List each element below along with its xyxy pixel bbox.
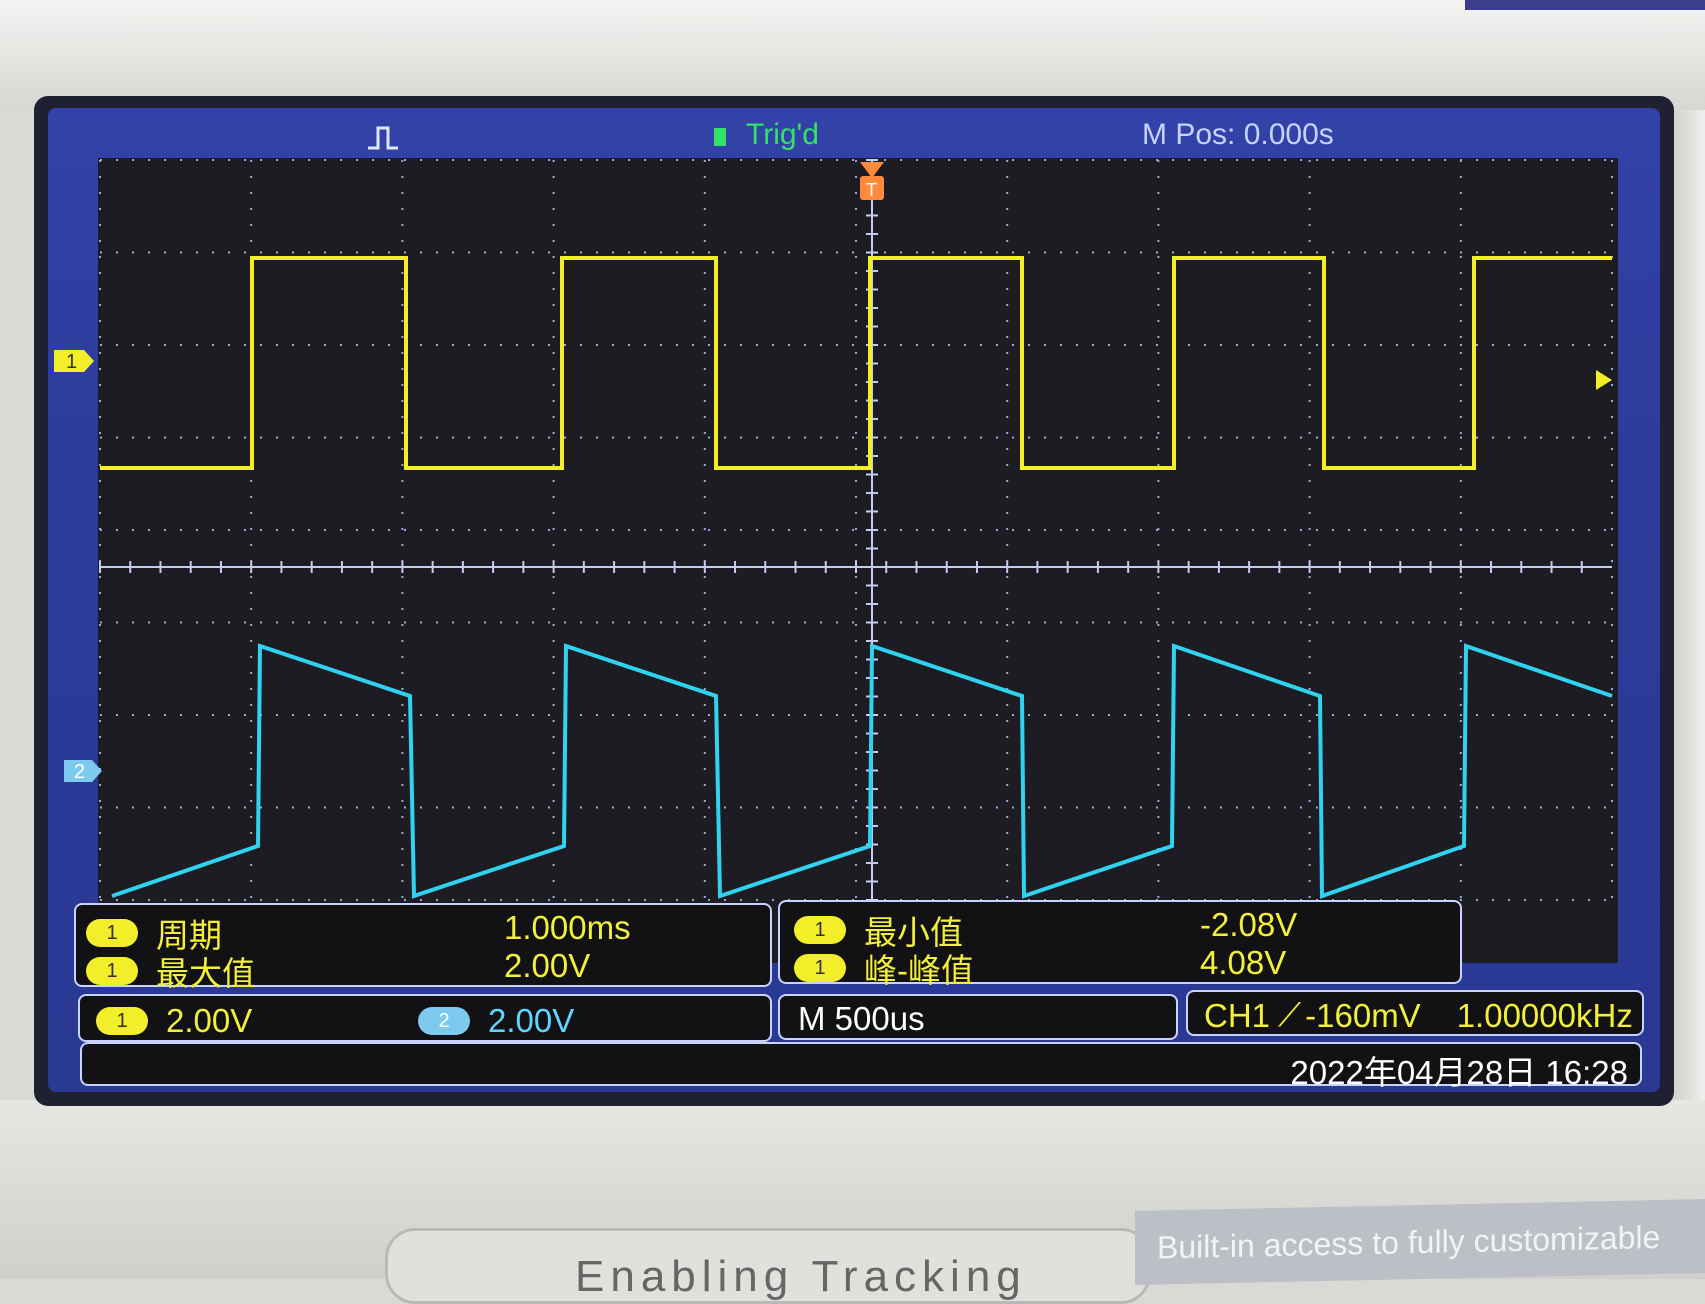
trigger-status: Trig'd: [746, 118, 819, 151]
ch1-volts-per-div: 2.00V: [166, 1002, 253, 1039]
datetime-row: 2022年04月28日 16:28: [1290, 1046, 1628, 1094]
ch2-sawtooth-trace: [111, 643, 1613, 899]
ch2-marker-label: 2: [74, 761, 85, 783]
datetime-panel: 2022年04月28日 16:28: [80, 1042, 1642, 1091]
measurement-label-max: 最大值: [156, 955, 255, 992]
measurement-panel-right: 1 最小值 -2.08V 1 峰-峰值 4.08V: [778, 900, 1462, 989]
graticule: [99, 159, 1613, 901]
ch2-volts-per-div: 2.00V: [488, 1002, 575, 1039]
timebase-panel: M 500us: [778, 994, 1178, 1040]
ch1-badge: 1: [86, 957, 138, 985]
trigger-position-marker-icon: [860, 162, 884, 178]
measurement-value-row: 2.00V: [504, 947, 590, 985]
ch2-badge: 2: [418, 1007, 470, 1035]
trigger-position-label: T: [866, 180, 877, 200]
trigger-status-icon: [714, 128, 726, 146]
horizontal-position-readout: M Pos: 0.000s: [1142, 118, 1334, 151]
channel-scale-panel: 1 2.00V 2 2.00V: [78, 994, 772, 1042]
timebase-readout: M 500us: [798, 1000, 925, 1037]
datetime-readout: 2022年04月28日 16:28: [1290, 1054, 1628, 1091]
measurement-value-min: -2.08V: [1200, 906, 1298, 943]
ch1-badge: 1: [794, 916, 846, 944]
frequency-readout: 1.00000kHz: [1456, 996, 1633, 1034]
ch1-badge: 1: [96, 1007, 148, 1035]
pulse-icon: [368, 126, 398, 150]
measurement-panel-left: 1 周期 1.000ms 1 最大值 2.00V: [74, 903, 772, 992]
trigger-row: CH1 ⟋ -160mV 1.00000kHz: [1204, 996, 1633, 1035]
measurement-value-max: 2.00V: [504, 947, 591, 984]
measurement-value-row: 4.08V: [1200, 944, 1286, 982]
measurement-row: 1 峰-峰值: [794, 944, 974, 992]
measurement-value-row: 1.000ms: [504, 909, 631, 947]
bezel-printed-text: Enabling Tracking: [575, 1252, 1027, 1301]
timebase-row: M 500us: [798, 1000, 925, 1038]
measurement-row: 1 最大值: [86, 947, 255, 995]
trigger-level: -160mV: [1305, 996, 1421, 1034]
ch1-badge: 1: [794, 954, 846, 982]
measurement-value-row: -2.08V: [1200, 906, 1297, 944]
ch1-badge: 1: [86, 919, 138, 947]
measurement-value-period: 1.000ms: [504, 909, 631, 946]
measurement-value-pk-pk: 4.08V: [1200, 944, 1287, 981]
trigger-source: CH1: [1204, 996, 1271, 1034]
ch1-marker-label: 1: [66, 351, 77, 373]
rising-edge-icon: ⟋: [1278, 996, 1302, 1033]
ch2-scale-row: 2 2.00V: [418, 1002, 574, 1040]
trigger-panel: CH1 ⟋ -160mV 1.00000kHz: [1186, 990, 1644, 1036]
measurement-label-pk-pk: 峰-峰值: [864, 952, 974, 989]
ch1-scale-row: 1 2.00V: [96, 1002, 252, 1040]
trigger-level-arrow-icon: [1596, 370, 1612, 390]
marketing-caption: Built-in access to fully customizable: [1135, 1199, 1705, 1285]
